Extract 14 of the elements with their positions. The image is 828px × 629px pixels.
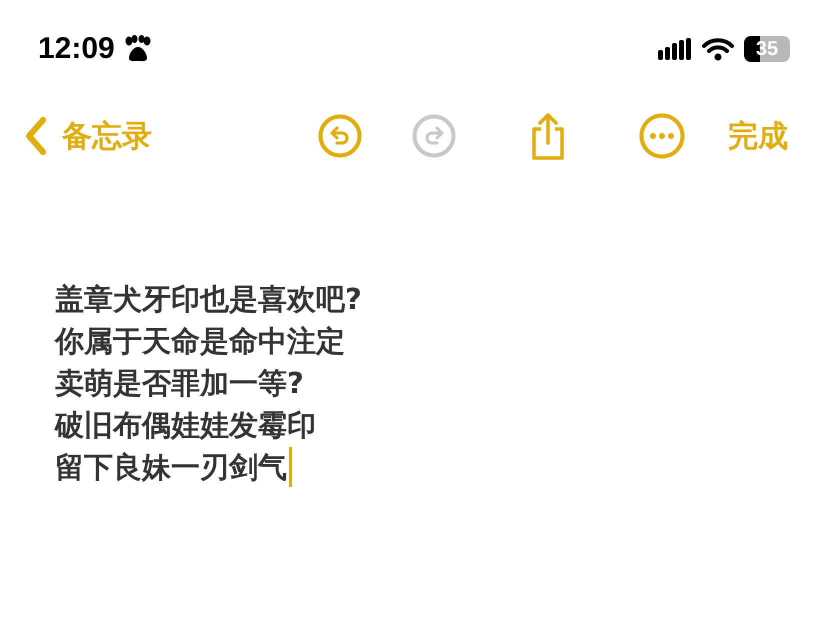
status-time: 12:09 [38,32,115,66]
done-button[interactable]: 完成 [728,116,788,156]
wifi-icon [702,37,734,61]
note-line: 卖萌是否罪加一等? [55,365,304,402]
chevron-left-icon [24,116,48,156]
note-line: 你属于天命是命中注定 [55,323,345,360]
note-line: 破旧布偶娃娃发霉印 [55,407,316,444]
note-line: 盖章犬牙印也是喜欢吧? [55,281,362,318]
back-button[interactable]: 备忘录 [24,116,152,156]
more-button[interactable] [638,112,686,160]
signal-icon [658,38,692,60]
paw-icon [122,35,153,63]
undo-button[interactable] [316,112,364,160]
note-line: 留下良妹一刃剑气 [55,449,287,486]
